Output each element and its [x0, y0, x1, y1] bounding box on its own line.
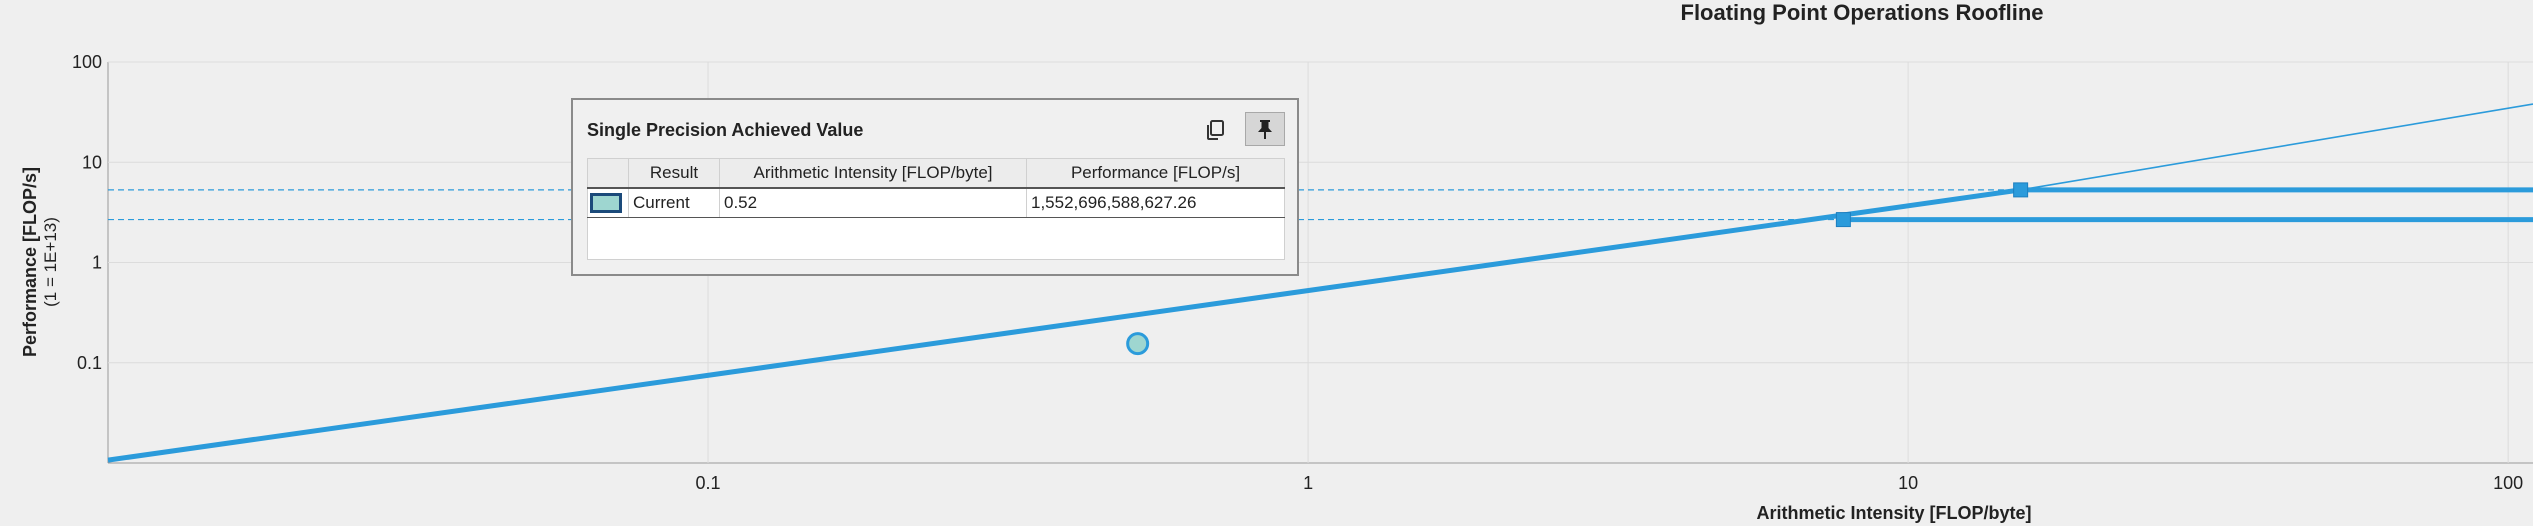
y-tick-label: 1 [92, 253, 102, 273]
y-axis-unit: (1 = 1E+13) [41, 217, 60, 307]
ridge-point-marker [2013, 182, 2029, 198]
y-tick-label: 10 [82, 152, 102, 172]
achieved-value-panel: Single Precision Achieved Value Result A… [571, 98, 1299, 276]
roof-line [107, 187, 2533, 463]
chart-title: Floating Point Operations Roofline [1681, 0, 2044, 25]
grid [107, 61, 2533, 464]
y-axis-label: Performance [FLOP/s] [20, 167, 40, 357]
x-axis-label: Arithmetic Intensity [FLOP/byte] [1756, 503, 2031, 523]
y-tick-label: 0.1 [77, 353, 102, 373]
series-color-swatch [590, 193, 622, 214]
column-header-intensity: Arithmetic Intensity [FLOP/byte] [719, 158, 1027, 189]
column-header-performance: Performance [FLOP/s] [1026, 158, 1285, 189]
copy-button[interactable] [1197, 114, 1233, 146]
cell-performance: 1,552,696,588,627.26 [1026, 187, 1285, 219]
cell-intensity: 0.52 [719, 187, 1027, 219]
x-tick-label: 10 [1898, 473, 1918, 493]
copy-icon [1207, 120, 1224, 140]
ridge-point-marker [1835, 212, 1851, 228]
table-empty-area [587, 218, 1285, 260]
result-table: Result Arithmetic Intensity [FLOP/byte] … [587, 158, 1285, 219]
series [107, 103, 2533, 463]
row-swatch-cell [587, 187, 629, 219]
roof-thin-line [2020, 103, 2533, 191]
panel-title: Single Precision Achieved Value [587, 120, 864, 140]
x-tick-label: 100 [2493, 473, 2523, 493]
x-tick-label: 1 [1303, 473, 1313, 493]
achieved-point-marker [1126, 332, 1150, 356]
pin-button[interactable] [1245, 112, 1285, 146]
column-header-result: Result [628, 158, 720, 189]
swatch-column-header [587, 158, 629, 189]
guide-lines [108, 189, 2533, 221]
x-tick-label: 0.1 [696, 473, 721, 493]
pin-icon [1258, 120, 1272, 139]
cell-result: Current [628, 187, 720, 219]
table-row[interactable]: Current 0.52 1,552,696,588,627.26 [587, 187, 1285, 219]
y-tick-label: 100 [72, 52, 102, 72]
